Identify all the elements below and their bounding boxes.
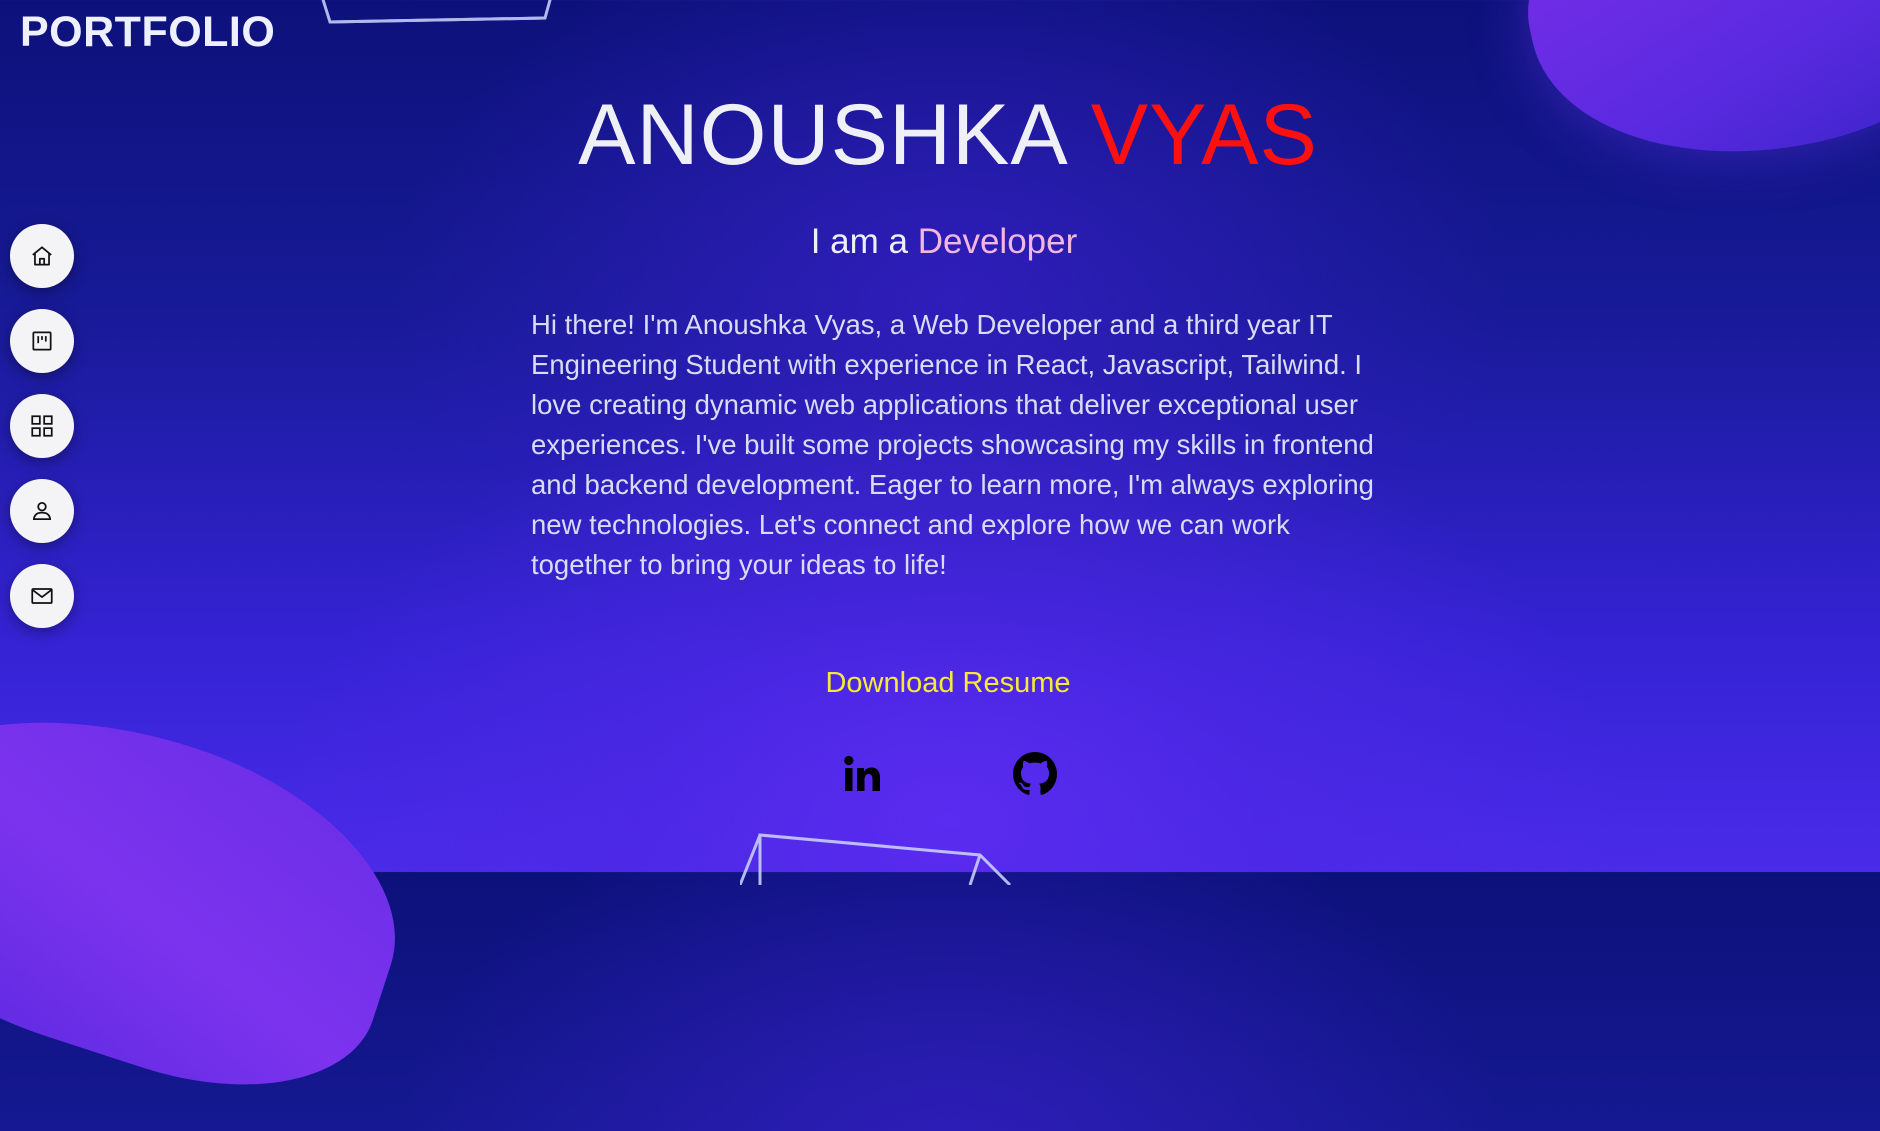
last-name: VYAS bbox=[1090, 87, 1318, 183]
nav-projects-button[interactable] bbox=[10, 309, 74, 373]
linkedin-icon[interactable] bbox=[841, 752, 885, 796]
role-line: I am a Developer bbox=[0, 222, 1880, 262]
role-prefix: I am a bbox=[810, 222, 908, 261]
kanban-icon bbox=[32, 331, 52, 351]
download-resume-link[interactable]: Download Resume bbox=[825, 667, 1070, 699]
decorative-blob-bottom-left bbox=[0, 653, 436, 1131]
hero-name: ANOUSHKA VYAS bbox=[0, 86, 1880, 185]
person-icon bbox=[32, 502, 52, 520]
grid-icon bbox=[31, 415, 53, 437]
site-logo[interactable]: PORTFOLIO bbox=[20, 8, 275, 57]
sidebar-nav bbox=[10, 224, 74, 628]
mail-icon bbox=[31, 588, 53, 604]
github-icon[interactable] bbox=[1013, 752, 1057, 796]
nav-skills-button[interactable] bbox=[10, 394, 74, 458]
resume-link-wrapper: Download Resume bbox=[0, 667, 1880, 700]
bio-paragraph: Hi there! I'm Anoushka Vyas, a Web Devel… bbox=[531, 309, 1374, 580]
decorative-cube-top bbox=[321, 0, 552, 24]
decorative-cube-bottom bbox=[740, 833, 1012, 885]
nav-contact-button[interactable] bbox=[10, 564, 74, 628]
nav-about-button[interactable] bbox=[10, 479, 74, 543]
first-name: ANOUSHKA bbox=[578, 87, 1069, 183]
role-highlight: Developer bbox=[917, 222, 1078, 261]
